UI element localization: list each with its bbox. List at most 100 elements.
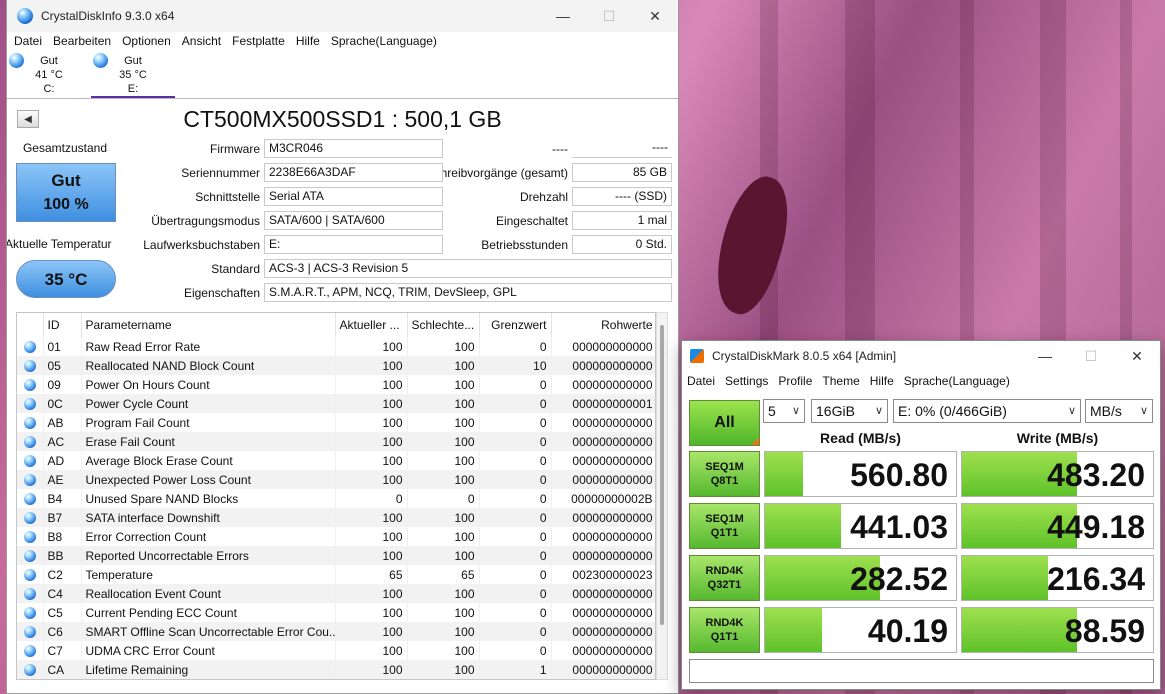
health-percent: 100 % (43, 196, 89, 213)
write-result-1: 483.20 (961, 451, 1154, 497)
attribute-status-cell (17, 337, 44, 356)
cdm-maximize-button[interactable]: ☐ (1068, 341, 1114, 371)
scrollbar-thumb[interactable] (660, 325, 664, 625)
table-row[interactable]: B7 SATA interface Downshift 100 100 0 0000000… (17, 508, 655, 527)
temperature-box[interactable]: 35 °C (16, 260, 116, 298)
column-header-worst[interactable]: Schlechte... (407, 313, 480, 337)
close-button[interactable]: ✕ (632, 0, 678, 32)
drive-select[interactable]: E: 0% (0/466GiB) ∨ (893, 399, 1081, 423)
table-row[interactable]: CA Lifetime Remaining 100 100 1 000000000000 (17, 660, 655, 679)
menu-hilfe[interactable]: Hilfe (870, 374, 894, 388)
run-all-button[interactable]: All (689, 400, 760, 446)
comment-input[interactable] (689, 659, 1154, 683)
table-row[interactable]: B4 Unused Spare NAND Blocks 0 0 0 00000000002… (17, 489, 655, 508)
column-header-threshold[interactable]: Grenzwert (479, 313, 552, 337)
test-count-value: 5 (768, 403, 776, 419)
health-status-icon (23, 493, 36, 506)
table-row[interactable]: C5 Current Pending ECC Count 100 100 0 000000… (17, 603, 655, 622)
attribute-threshold: 0 (479, 489, 552, 508)
attribute-threshold: 1 (479, 660, 552, 679)
menu-sprache[interactable]: Sprache(Language) (331, 34, 437, 48)
rotation-rate-field: ---- (SSD) (572, 187, 672, 206)
table-row[interactable]: AB Program Fail Count 100 100 0 000000000000 (17, 413, 655, 432)
attribute-name: Power Cycle Count (81, 394, 336, 413)
menu-sprache[interactable]: Sprache(Language) (904, 374, 1010, 388)
column-header-id[interactable]: ID (43, 313, 82, 337)
attribute-worst: 0 (407, 489, 480, 508)
test-label-l2: Q1T1 (710, 631, 739, 643)
attribute-raw-value: 000000000000 (551, 641, 655, 660)
column-header-raw-values[interactable]: Rohwerte (551, 313, 655, 337)
attribute-threshold: 0 (479, 527, 552, 546)
table-row[interactable]: 09 Power On Hours Count 100 100 0 00000000000… (17, 375, 655, 394)
health-status-icon (23, 398, 36, 411)
interface-label: Schnittstelle (195, 190, 260, 204)
menu-datei[interactable]: Datei (687, 374, 715, 388)
attribute-raw-value: 000000000000 (551, 660, 655, 679)
table-row[interactable]: 0C Power Cycle Count 100 100 0 000000000001 (17, 394, 655, 413)
table-row[interactable]: AE Unexpected Power Loss Count 100 100 0 0000… (17, 470, 655, 489)
attribute-threshold: 0 (479, 641, 552, 660)
test-1-button[interactable]: SEQ1M Q8T1 (689, 451, 760, 497)
cdm-minimize-button[interactable]: — (1022, 341, 1068, 371)
close-icon: ✕ (1131, 347, 1143, 364)
read-result-bar (765, 452, 804, 496)
menu-optionen[interactable]: Optionen (122, 34, 171, 48)
table-row[interactable]: B8 Error Correction Count 100 100 0 000000000… (17, 527, 655, 546)
health-status-box[interactable]: Gut 100 % (16, 163, 116, 222)
smart-table-scrollbar[interactable] (656, 312, 668, 680)
attribute-threshold: 0 (479, 375, 552, 394)
menu-festplatte[interactable]: Festplatte (232, 34, 285, 48)
table-row[interactable]: C2 Temperature 65 65 0 002300000023 (17, 565, 655, 584)
column-header-current[interactable]: Aktueller ... (335, 313, 408, 337)
menu-theme[interactable]: Theme (822, 374, 859, 388)
attribute-status-cell (17, 375, 44, 394)
attribute-raw-value: 000000000000 (551, 356, 655, 375)
power-on-hours-label: Betriebsstunden (481, 238, 568, 252)
attribute-threshold: 0 (479, 508, 552, 527)
test-3-button[interactable]: RND4K Q32T1 (689, 555, 760, 601)
cdm-close-button[interactable]: ✕ (1114, 341, 1160, 371)
drive-tab-c[interactable]: Gut 41 °C C: (7, 50, 91, 98)
column-header-status[interactable] (17, 313, 44, 337)
test-4-button[interactable]: RND4K Q1T1 (689, 607, 760, 653)
test-count-select[interactable]: 5 ∨ (763, 399, 805, 423)
health-status-icon (23, 626, 36, 639)
menu-settings[interactable]: Settings (725, 374, 768, 388)
table-row[interactable]: C4 Reallocation Event Count 100 100 0 0000000… (17, 584, 655, 603)
column-header-attribute-name[interactable]: Parametername (81, 313, 336, 337)
attribute-current: 100 (335, 527, 408, 546)
health-status-icon (23, 417, 36, 430)
minimize-button[interactable]: — (540, 0, 586, 32)
table-row[interactable]: C6 SMART Offline Scan Uncorrectable Error… (17, 622, 655, 641)
serial-field: 2238E66A3DAF (264, 163, 443, 182)
health-status-icon (23, 664, 36, 677)
read-result-bar (765, 608, 823, 652)
drive-tab-e[interactable]: Gut 35 °C E: (91, 50, 175, 98)
menu-hilfe[interactable]: Hilfe (296, 34, 320, 48)
table-row[interactable]: C7 UDMA CRC Error Count 100 100 0 00000000000… (17, 641, 655, 660)
maximize-button[interactable]: ☐ (586, 0, 632, 32)
table-row[interactable]: AC Erase Fail Count 100 100 0 000000000000 (17, 432, 655, 451)
transfer-mode-label: Übertragungsmodus (151, 214, 260, 228)
attribute-name: Temperature (81, 565, 336, 584)
menu-ansicht[interactable]: Ansicht (182, 34, 221, 48)
close-icon: ✕ (649, 7, 661, 24)
attribute-raw-value: 000000000000 (551, 451, 655, 470)
table-row[interactable]: 01 Raw Read Error Rate 100 100 0 000000000000 (17, 337, 655, 356)
firmware-field: M3CR046 (264, 139, 443, 158)
menu-datei[interactable]: Datei (14, 34, 42, 48)
table-row[interactable]: AD Average Block Erase Count 100 100 0 000000… (17, 451, 655, 470)
drive-model-title: CT500MX500SSD1 : 500,1 GB (183, 106, 502, 132)
table-row[interactable]: BB Reported Uncorrectable Errors 100 100 0 00… (17, 546, 655, 565)
menu-bearbeiten[interactable]: Bearbeiten (53, 34, 111, 48)
read-result-value: 560.80 (850, 457, 948, 493)
test-size-select[interactable]: 16GiB ∨ (811, 399, 888, 423)
attribute-current: 100 (335, 451, 408, 470)
menu-profile[interactable]: Profile (778, 374, 812, 388)
test-2-button[interactable]: SEQ1M Q1T1 (689, 503, 760, 549)
unit-select[interactable]: MB/s ∨ (1085, 399, 1153, 423)
attribute-status-cell (17, 622, 44, 641)
minimize-icon: — (556, 8, 570, 24)
table-row[interactable]: 05 Reallocated NAND Block Count 100 100 10 00… (17, 356, 655, 375)
